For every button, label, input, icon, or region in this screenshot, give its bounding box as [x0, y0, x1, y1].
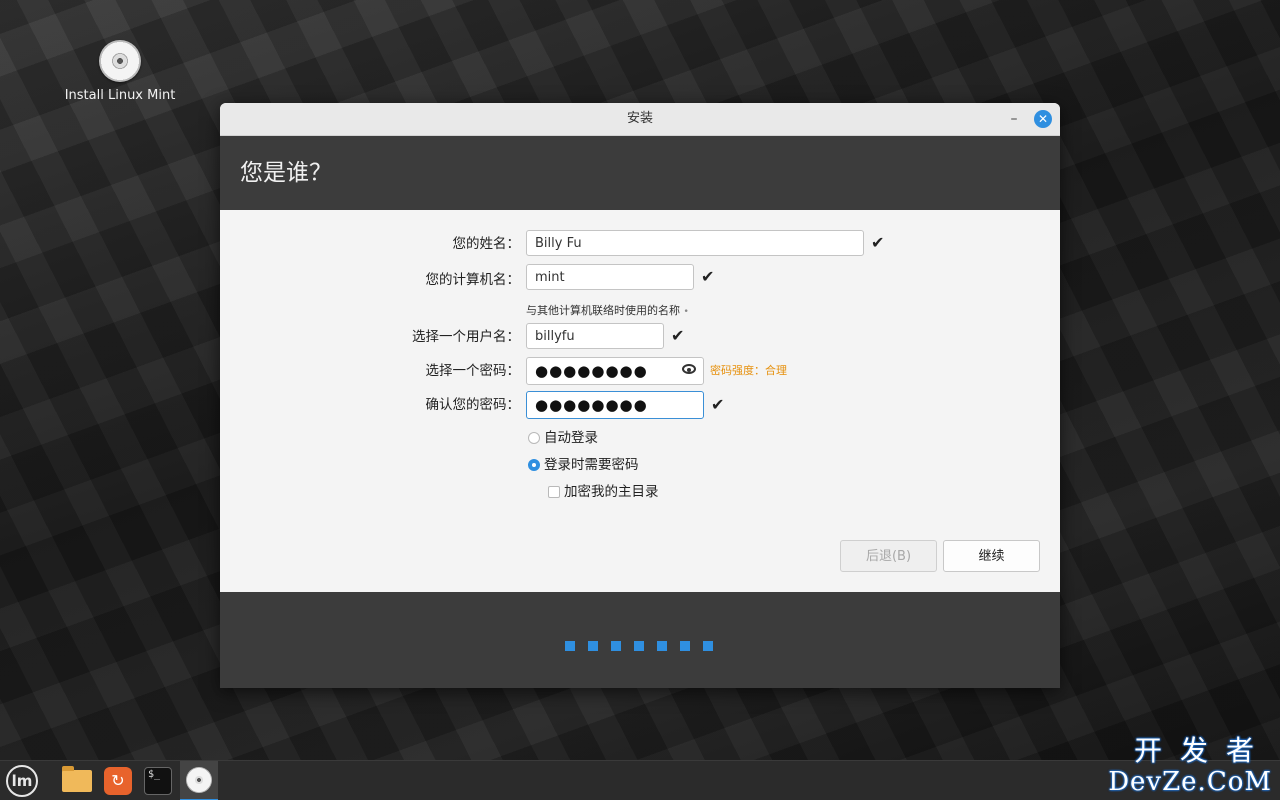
folder-icon[interactable] [62, 766, 92, 792]
encrypt-home-option[interactable]: 加密我的主目录 [548, 483, 659, 501]
continue-button[interactable]: 继续 [943, 540, 1040, 572]
confirm-password-label: 确认您的密码： [425, 397, 521, 413]
installer-disc-icon [186, 767, 212, 793]
name-label: 您的姓名： [452, 236, 521, 252]
name-valid-check-icon: ✔ [871, 233, 885, 252]
computer-name-label: 您的计算机名： [425, 272, 521, 288]
progress-step [611, 641, 621, 651]
desktop-icon-label: Install Linux Mint [64, 88, 176, 103]
confirm-password-field[interactable]: ●●●●●●●● [526, 391, 704, 419]
window-title: 安装 [626, 111, 653, 126]
hint-bullet-icon: • [683, 307, 689, 317]
install-linux-mint-desktop-icon[interactable]: Install Linux Mint [64, 40, 176, 103]
page-heading: 您是谁？ [220, 136, 1060, 210]
require-password-radio[interactable] [528, 459, 540, 471]
installer-footer [220, 592, 1060, 688]
terminal-icon[interactable]: $_ [144, 767, 172, 795]
show-password-eye-icon[interactable] [682, 364, 696, 374]
installer-window: 安装 – ✕ 您是谁？ 您的姓名： Billy Fu ✔ 您的计算机名： min… [220, 103, 1060, 688]
password-strength-text: 密码强度：合理 [710, 364, 787, 377]
auto-login-radio[interactable] [528, 432, 540, 444]
progress-step [565, 641, 575, 651]
encrypt-home-label: 加密我的主目录 [564, 484, 659, 500]
watermark: 开发者 DevZe.CoM [1108, 734, 1272, 798]
user-form: 您的姓名： Billy Fu ✔ 您的计算机名： mint ✔ 与其他计算机联络… [220, 210, 1060, 592]
password-label: 选择一个密码： [425, 363, 521, 379]
step-progress-indicator [565, 636, 726, 651]
update-manager-icon[interactable]: ↻ [104, 767, 132, 795]
encrypt-home-checkbox[interactable] [548, 486, 560, 498]
require-password-label: 登录时需要密码 [544, 457, 639, 473]
progress-step [657, 641, 667, 651]
progress-step [634, 641, 644, 651]
computer-name-hint-text: 与其他计算机联络时使用的名称 [526, 304, 680, 317]
auto-login-option[interactable]: 自动登录 [528, 429, 598, 447]
password-dots: ●●●●●●●● [535, 362, 648, 380]
close-button[interactable]: ✕ [1034, 110, 1052, 128]
require-password-option[interactable]: 登录时需要密码 [528, 456, 639, 474]
taskbar: lm ↻ $_ 开发者 DevZe.CoM [0, 735, 1280, 800]
confirm-password-valid-check-icon: ✔ [711, 395, 725, 414]
username-field[interactable]: billyfu [526, 323, 664, 349]
linux-mint-menu-icon[interactable]: lm [6, 765, 38, 797]
installer-taskbar-button[interactable] [180, 761, 218, 800]
window-titlebar[interactable]: 安装 – ✕ [220, 103, 1060, 136]
auto-login-label: 自动登录 [544, 430, 598, 446]
username-label: 选择一个用户名： [412, 329, 520, 345]
password-field[interactable]: ●●●●●●●● [526, 357, 704, 385]
progress-step [703, 641, 713, 651]
progress-step [680, 641, 690, 651]
disc-icon [99, 40, 141, 82]
confirm-password-dots: ●●●●●●●● [535, 396, 648, 414]
minimize-button[interactable]: – [1004, 103, 1024, 135]
computer-name-valid-check-icon: ✔ [701, 267, 715, 286]
username-valid-check-icon: ✔ [671, 326, 685, 345]
progress-step [588, 641, 598, 651]
name-field[interactable]: Billy Fu [526, 230, 864, 256]
watermark-line2: DevZe.CoM [1108, 767, 1272, 797]
computer-name-hint: 与其他计算机联络时使用的名称 • [526, 302, 689, 318]
watermark-line1: 开发者 [1133, 734, 1272, 767]
computer-name-field[interactable]: mint [526, 264, 694, 290]
back-button[interactable]: 后退(B) [840, 540, 937, 572]
